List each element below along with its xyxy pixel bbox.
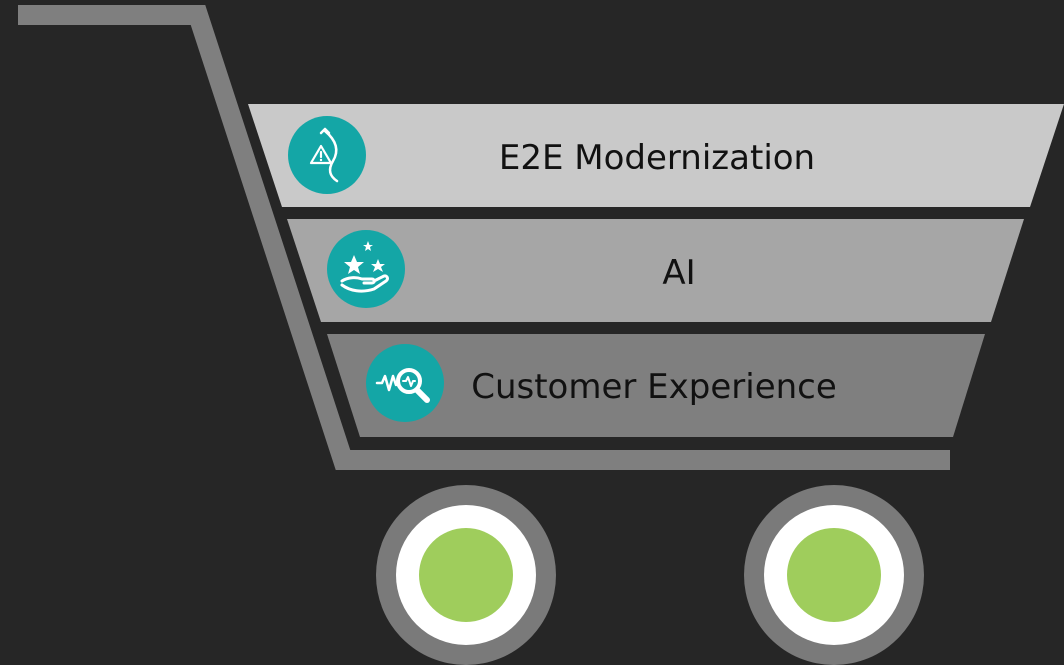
hand-stars-icon: [327, 230, 405, 308]
tier-label-e2e-modernization: E2E Modernization: [498, 138, 816, 178]
right-wheel: [744, 485, 924, 665]
shopping-cart-diagram: E2E Modernization AI Customer Experience: [0, 0, 1064, 665]
tier-label-customer-experience: Customer Experience: [471, 367, 837, 407]
tier-label-ai: AI: [662, 253, 696, 293]
path-warning-icon: [288, 116, 366, 194]
left-wheel: [376, 485, 556, 665]
cart-graphic: [18, 5, 1064, 665]
waveform-search-icon: [366, 344, 444, 422]
